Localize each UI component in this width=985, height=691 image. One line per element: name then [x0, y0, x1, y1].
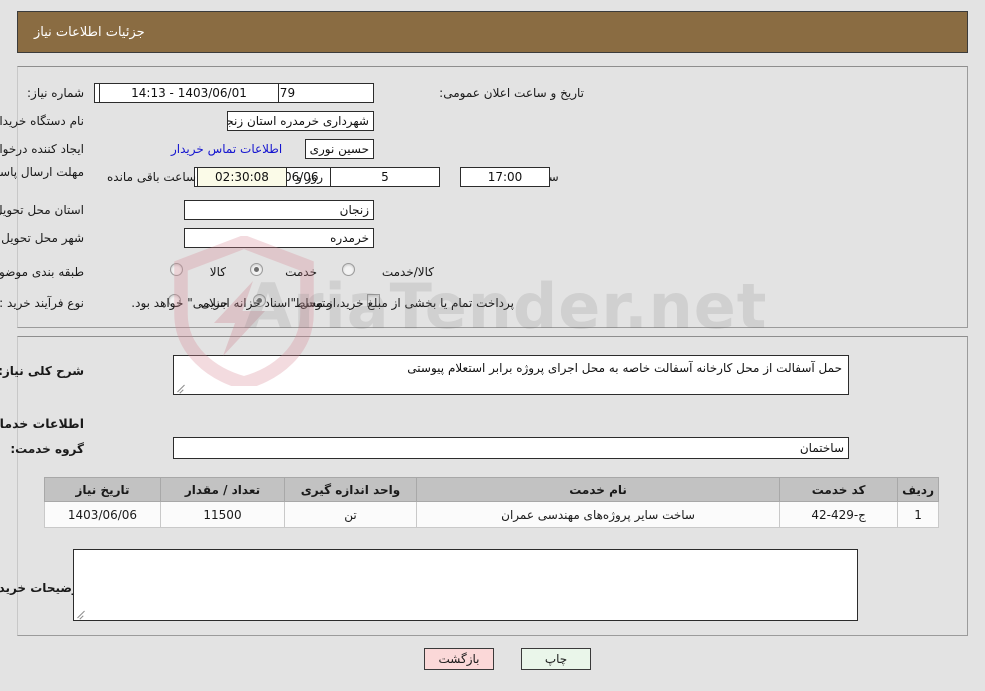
need-number-label: شماره نیاز: — [28, 86, 85, 100]
service-group-label: گروه خدمت: — [11, 442, 85, 456]
page-title: جزئیات اطلاعات نیاز — [35, 24, 146, 40]
requester-value: حسین نوری کاربرداز شهرداری خرمدره استان … — [306, 139, 375, 159]
th-need-date: تاریخ نیاز — [45, 477, 162, 502]
cell-unit: تن — [285, 501, 418, 528]
th-code: کد خدمت — [780, 477, 900, 502]
cell-code: ج-429-42 — [780, 501, 900, 528]
table-header-row: ردیف کد خدمت نام خدمت واحد اندازه گیری ت… — [45, 477, 940, 502]
th-name: نام خدمت — [416, 477, 782, 502]
buyer-notes-textarea[interactable] — [74, 549, 859, 621]
category-label: طبقه بندی موضوعی: — [0, 265, 85, 279]
th-row-no: ردیف — [898, 477, 940, 502]
cell-need-date: 1403/06/06 — [45, 501, 162, 528]
process-type-label: نوع فرآیند خرید : — [0, 296, 85, 310]
cell-row-no: 1 — [898, 501, 940, 528]
page-title-bar: جزئیات اطلاعات نیاز — [18, 11, 969, 53]
services-table: ردیف کد خدمت نام خدمت واحد اندازه گیری ت… — [45, 477, 940, 528]
category-label-kala: کالا — [210, 265, 227, 279]
deadline-label: مهلت ارسال پاسخ: تا تاریخ: — [0, 165, 85, 179]
cell-quantity: 11500 — [161, 501, 286, 528]
buyer-notes-label: توضیحات خریدار: — [0, 581, 85, 595]
delivery-province-label: استان محل تحویل: — [0, 203, 85, 217]
treasury-bonds-text: پرداخت تمام یا بخشی از مبلغ خرید،از محل … — [132, 296, 515, 310]
th-unit: واحد اندازه گیری — [285, 477, 418, 502]
resize-grip-icon — [177, 383, 187, 394]
remaining-days-value: 5 — [331, 167, 441, 187]
service-group-value: ساختمان — [174, 437, 850, 459]
category-label-kala-khedmat: کالا/خدمت — [382, 265, 435, 279]
cell-name: ساخت سایر پروژه‌های مهندسی عمران — [416, 501, 782, 528]
services-section-title: اطلاعات خدمات مورد نیاز — [0, 416, 85, 431]
announce-datetime-value: 1403/06/01 - 14:13 — [100, 83, 280, 103]
th-quantity: تعداد / مقدار — [161, 477, 286, 502]
announce-datetime-label: تاریخ و ساعت اعلان عمومی: — [440, 86, 585, 100]
buyer-org-label: نام دستگاه خریدار: — [0, 114, 85, 128]
delivery-city-value: خرمدره — [185, 228, 375, 248]
buyer-contact-link[interactable]: اطلاعات تماس خریدار — [172, 142, 283, 156]
category-radio-kala-khedmat[interactable] — [343, 263, 356, 276]
page-root: AriaTender.net جزئیات اطلاعات نیاز شماره… — [0, 0, 985, 691]
countdown-suffix-label: ساعت باقی مانده — [108, 170, 198, 184]
resize-grip-icon — [77, 609, 87, 620]
buyer-org-value: شهرداری خرمدره استان زنجان — [228, 111, 375, 131]
category-radio-khedmat[interactable] — [251, 263, 264, 276]
general-description-label: شرح کلی نیاز: — [0, 364, 85, 378]
general-description-value: حمل آسفالت از محل کارخانه آسفالت خاصه به… — [174, 355, 850, 395]
table-row: 1 ج-429-42 ساخت سایر پروژه‌های مهندسی عم… — [45, 501, 940, 528]
general-description-text: حمل آسفالت از محل کارخانه آسفالت خاصه به… — [408, 361, 843, 375]
need-info-panel — [18, 66, 969, 328]
print-button[interactable]: چاپ — [522, 648, 592, 670]
countdown-timer-value: 02:30:08 — [198, 167, 288, 187]
delivery-province-value: زنجان — [185, 200, 375, 220]
category-label-khedmat: خدمت — [286, 265, 318, 279]
back-button[interactable]: بازگشت — [425, 648, 495, 670]
requester-label: ایجاد کننده درخواست: — [0, 142, 85, 156]
category-radio-kala[interactable] — [171, 263, 184, 276]
remaining-days-label: روز و — [297, 170, 324, 184]
delivery-city-label: شهر محل تحویل: — [0, 231, 85, 245]
deadline-hour-value: 17:00 — [461, 167, 551, 187]
